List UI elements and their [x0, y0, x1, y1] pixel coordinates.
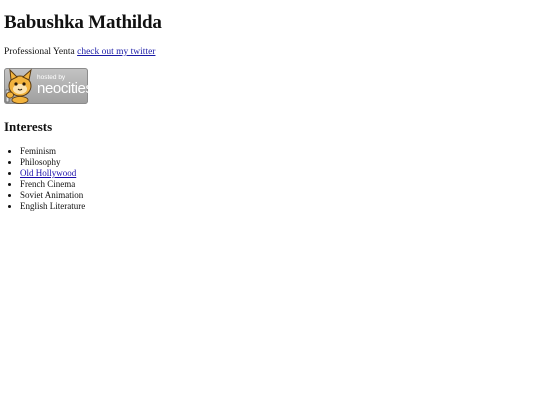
badge-big-text: neocities — [37, 80, 88, 97]
page-title: Babushka Mathilda — [4, 12, 162, 33]
list-item: Soviet Animation — [20, 190, 85, 201]
neocities-cat-icon — [5, 68, 32, 104]
list-item: Philosophy — [20, 157, 85, 168]
interest-label: French Cinema — [20, 178, 76, 189]
twitter-link[interactable]: check out my twitter — [77, 47, 155, 57]
interest-label: Soviet Animation — [20, 189, 84, 200]
interest-link-old-hollywood[interactable]: Old Hollywood — [20, 168, 76, 178]
interest-label: Feminism — [20, 146, 57, 156]
list-item: Feminism — [20, 146, 85, 157]
list-item: Old Hollywood — [20, 168, 85, 179]
list-item: French Cinema — [20, 179, 85, 190]
interest-label: English Literature — [20, 200, 86, 211]
interest-label: Philosophy — [20, 156, 61, 167]
interests-heading: Interests — [4, 119, 53, 134]
list-item: English Literature — [20, 201, 85, 212]
neocities-badge[interactable]: hosted by neocities — [4, 68, 88, 104]
tagline-text: Professional Yenta — [4, 47, 75, 57]
tagline: Professional Yenta check out my twitter — [4, 47, 155, 57]
interests-list: Feminism Philosophy Old Hollywood French… — [4, 146, 85, 211]
